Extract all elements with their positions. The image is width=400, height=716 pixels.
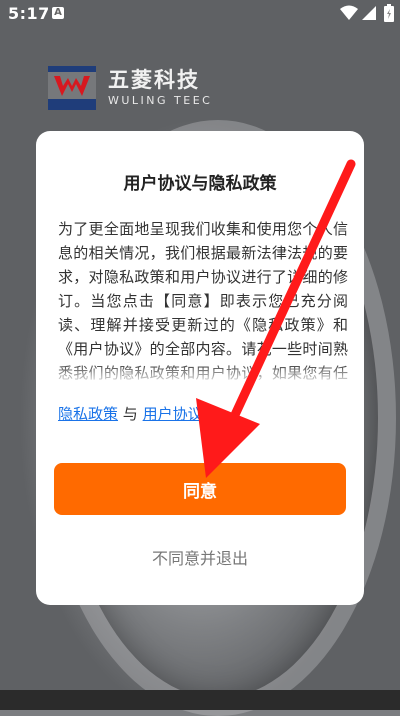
wuling-logo <box>48 66 96 110</box>
privacy-policy-link[interactable]: 隐私政策 <box>58 405 118 423</box>
signal-icon <box>362 6 376 20</box>
wifi-icon <box>340 5 358 20</box>
status-time: 5:17 <box>8 4 50 23</box>
user-agreement-link[interactable]: 用户协议 <box>143 405 203 423</box>
dialog-body-content: 为了更全面地呈现我们收集和使用您个人信息的相关情况，我们根据最新法律法规的要求，… <box>58 220 348 382</box>
agree-button[interactable]: 同意 <box>54 463 346 515</box>
policy-links: 隐私政策 与 用户协议 <box>58 403 203 424</box>
dialog-title: 用户协议与隐私政策 <box>123 174 277 194</box>
dialog-body-text[interactable]: 为了更全面地呈现我们收集和使用您个人信息的相关情况，我们根据最新法律法规的要求，… <box>58 217 348 385</box>
privacy-dialog: 用户协议与隐私政策 为了更全面地呈现我们收集和使用您个人信息的相关情况，我们根据… <box>36 131 364 605</box>
notification-icon: A <box>52 7 64 19</box>
navigation-bar <box>0 690 400 710</box>
brand-name-en: WULING TEEC <box>108 94 213 107</box>
link-separator: 与 <box>122 405 138 423</box>
decline-exit-button[interactable]: 不同意并退出 <box>36 545 364 569</box>
status-bar: 5:17 A <box>0 0 400 28</box>
brand-name-cn: 五菱科技 <box>108 68 200 92</box>
battery-icon <box>384 4 394 22</box>
